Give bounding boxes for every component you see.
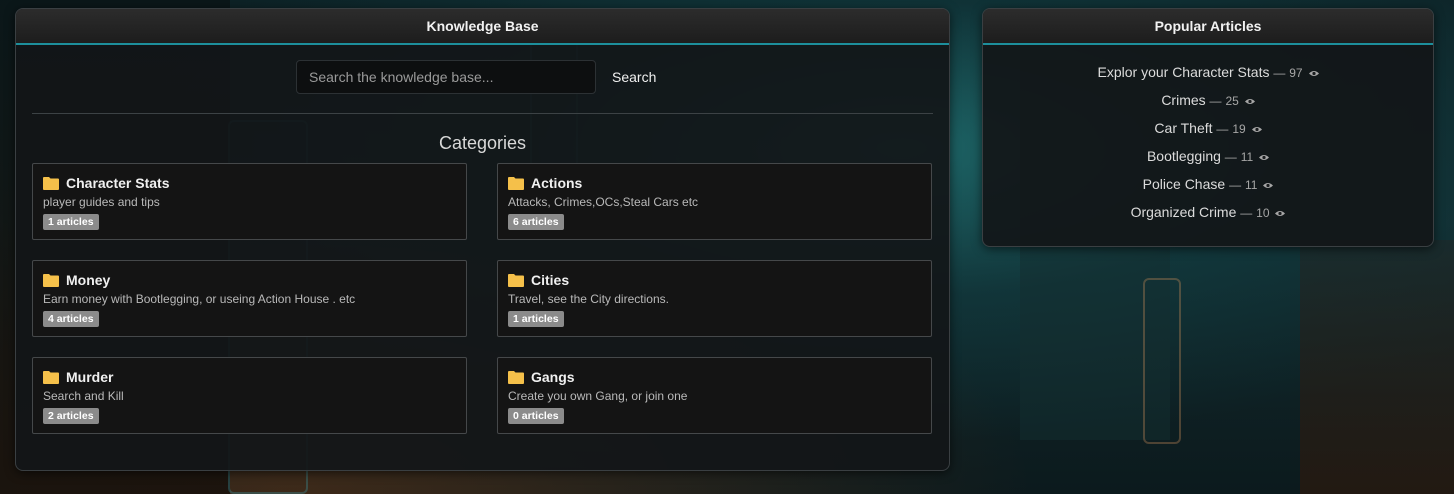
list-item: Explor your Character Stats — 97 xyxy=(983,60,1433,88)
eye-icon xyxy=(1308,71,1319,76)
category-card-actions[interactable]: Actions Attacks, Crimes,OCs,Steal Cars e… xyxy=(497,163,932,240)
view-count: 25 xyxy=(1225,94,1239,108)
popular-articles-title: Popular Articles xyxy=(983,9,1433,45)
search-input[interactable] xyxy=(296,60,596,94)
category-card-money[interactable]: Money Earn money with Bootlegging, or us… xyxy=(32,260,467,337)
separator: — xyxy=(1229,178,1242,192)
list-item: Car Theft — 19 xyxy=(983,116,1433,144)
article-count-badge: 1 articles xyxy=(508,311,564,327)
category-name: Character Stats xyxy=(66,175,170,191)
view-count: 10 xyxy=(1256,206,1270,220)
article-link[interactable]: Explor your Character Stats xyxy=(1098,64,1270,80)
folder-icon xyxy=(508,177,524,190)
category-card-cities[interactable]: Cities Travel, see the City directions. … xyxy=(497,260,932,337)
separator: — xyxy=(1224,150,1237,164)
category-name: Actions xyxy=(531,175,583,191)
eye-icon xyxy=(1259,155,1270,160)
list-item: Crimes — 25 xyxy=(983,88,1433,116)
divider xyxy=(32,113,933,114)
view-count: 97 xyxy=(1289,66,1303,80)
article-link[interactable]: Organized Crime xyxy=(1131,204,1237,220)
view-count: 19 xyxy=(1232,122,1246,136)
article-count-badge: 0 articles xyxy=(508,408,564,424)
category-card-character-stats[interactable]: Character Stats player guides and tips 1… xyxy=(32,163,467,240)
separator: — xyxy=(1216,122,1229,136)
eye-icon xyxy=(1244,99,1255,104)
eye-icon xyxy=(1251,127,1262,132)
category-name: Gangs xyxy=(531,369,575,385)
search-button[interactable]: Search xyxy=(604,63,664,91)
folder-icon xyxy=(43,274,59,287)
separator: — xyxy=(1240,206,1253,220)
category-description: Search and Kill xyxy=(43,389,124,403)
category-description: Travel, see the City directions. xyxy=(508,292,669,306)
list-item: Organized Crime — 10 xyxy=(983,200,1433,228)
knowledge-base-title: Knowledge Base xyxy=(16,9,949,45)
background-building-right xyxy=(1300,240,1454,494)
view-count: 11 xyxy=(1244,178,1258,192)
folder-icon xyxy=(508,371,524,384)
article-count-badge: 1 articles xyxy=(43,214,99,230)
article-count-badge: 6 articles xyxy=(508,214,564,230)
category-description: Attacks, Crimes,OCs,Steal Cars etc xyxy=(508,195,699,209)
list-item: Bootlegging — 11 xyxy=(983,144,1433,172)
folder-icon xyxy=(43,177,59,190)
search-bar: Search xyxy=(296,60,664,94)
separator: — xyxy=(1273,66,1286,80)
popular-articles-list: Explor your Character Stats — 97 Crimes … xyxy=(983,60,1433,228)
category-card-murder[interactable]: Murder Search and Kill 2 articles xyxy=(32,357,467,434)
category-card-gangs[interactable]: Gangs Create you own Gang, or join one 0… xyxy=(497,357,932,434)
category-description: Earn money with Bootlegging, or useing A… xyxy=(43,292,356,306)
category-description: Create you own Gang, or join one xyxy=(508,389,688,403)
folder-icon xyxy=(43,371,59,384)
article-link[interactable]: Crimes xyxy=(1161,92,1205,108)
knowledge-base-panel: Knowledge Base Search Categories Charact… xyxy=(15,8,950,471)
eye-icon xyxy=(1263,183,1274,188)
category-name: Cities xyxy=(531,272,570,288)
popular-articles-panel: Popular Articles Explor your Character S… xyxy=(982,8,1434,247)
eye-icon xyxy=(1275,211,1286,216)
article-link[interactable]: Police Chase xyxy=(1143,176,1226,192)
background-neon-sign-right xyxy=(1143,278,1181,444)
category-description: player guides and tips xyxy=(43,195,160,209)
article-link[interactable]: Bootlegging xyxy=(1147,148,1221,164)
separator: — xyxy=(1209,94,1222,108)
categories-heading: Categories xyxy=(438,133,527,153)
category-name: Murder xyxy=(66,369,114,385)
view-count: 11 xyxy=(1240,150,1254,164)
list-item: Police Chase — 11 xyxy=(983,172,1433,200)
article-count-badge: 4 articles xyxy=(43,311,99,327)
article-count-badge: 2 articles xyxy=(43,408,99,424)
folder-icon xyxy=(508,274,524,287)
category-name: Money xyxy=(66,272,111,288)
article-link[interactable]: Car Theft xyxy=(1154,120,1212,136)
